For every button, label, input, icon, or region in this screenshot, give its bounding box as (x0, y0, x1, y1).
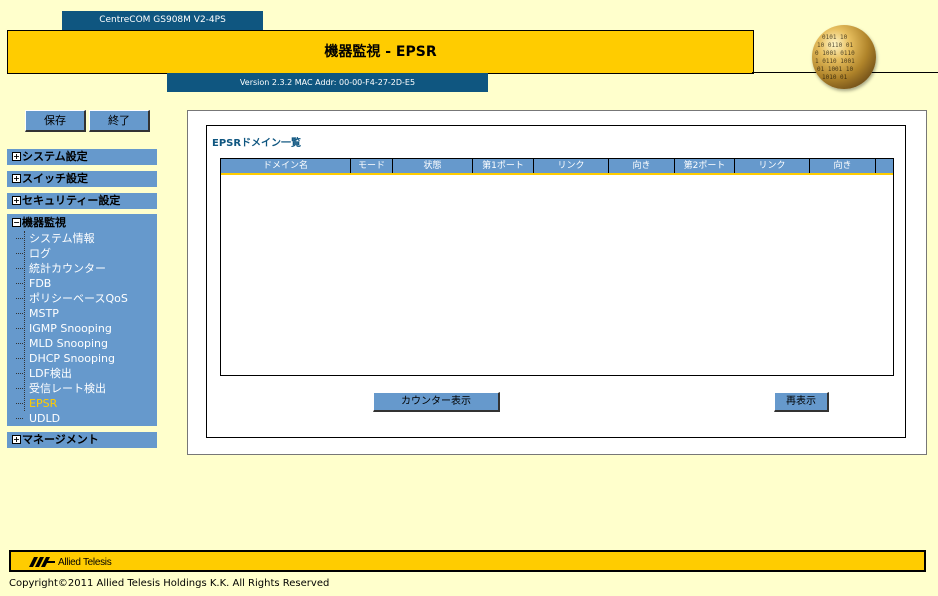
allied-telesis-logo: Allied Telesis (29, 555, 112, 569)
sidebar-item-igmp-snooping[interactable]: IGMP Snooping (16, 321, 157, 336)
epsr-domain-table: ドメイン名 モード 状態 第1ポート リンク 向き 第2ポート リンク 向き (220, 158, 894, 376)
col-direction1: 向き (609, 159, 675, 173)
epsr-section: EPSRドメイン一覧 ドメイン名 モード 状態 第1ポート リンク 向き 第2ポ… (206, 125, 906, 438)
expand-plus-icon: + (12, 434, 21, 444)
svg-text:1010 01: 1010 01 (822, 74, 848, 81)
globe-logo-icon: 0101 10 10 0110 01 0 1001 0110 1 0110 10… (812, 25, 876, 89)
table-header: ドメイン名 モード 状態 第1ポート リンク 向き 第2ポート リンク 向き (221, 159, 893, 175)
menu-device-monitor: − 機器監視 システム情報 ログ 統計カウンター FDB ポリシーベースQoS M… (7, 214, 157, 426)
collapse-minus-icon: − (12, 217, 21, 227)
version-info: Version 2.3.2 MAC Addr: 00-00-F4-27-2D-E… (167, 73, 488, 92)
col-port1: 第1ポート (473, 159, 534, 173)
svg-text:01 1001 10: 01 1001 10 (817, 66, 854, 73)
sidebar-item-log[interactable]: ログ (16, 246, 157, 261)
svg-text:0 1001 0110: 0 1001 0110 (815, 50, 855, 57)
expand-plus-icon: + (12, 195, 21, 205)
save-button[interactable]: 保存 (25, 110, 86, 132)
allied-telesis-logo-icon (29, 557, 55, 567)
footer-bar: Allied Telesis (9, 550, 926, 572)
logo-text: Allied Telesis (58, 556, 112, 568)
sidebar-item-fdb[interactable]: FDB (16, 276, 157, 291)
counter-display-button[interactable]: カウンター表示 (373, 392, 500, 412)
sidebar-item-mld-snooping[interactable]: MLD Snooping (16, 336, 157, 351)
menu-label: マネージメント (22, 433, 99, 446)
menu-label: 機器監視 (22, 216, 66, 229)
sidebar-item-policy-qos[interactable]: ポリシーベースQoS (16, 291, 157, 306)
menu-security-settings[interactable]: + セキュリティー設定 (7, 193, 157, 209)
sidebar-item-ldf[interactable]: LDF検出 (16, 366, 157, 381)
sidebar-item-mstp[interactable]: MSTP (16, 306, 157, 321)
menu-management[interactable]: + マネージメント (7, 432, 157, 448)
col-port2: 第2ポート (675, 159, 735, 173)
tree-connector (24, 231, 26, 411)
col-status: 状態 (393, 159, 473, 173)
svg-text:1 0110 1001: 1 0110 1001 (815, 58, 855, 65)
svg-text:10 0110 01: 10 0110 01 (817, 42, 854, 49)
page-title: 機器監視 - EPSR (7, 30, 754, 74)
sidebar-item-rx-rate[interactable]: 受信レート検出 (16, 381, 157, 396)
col-link1: リンク (534, 159, 609, 173)
monitor-submenu: システム情報 ログ 統計カウンター FDB ポリシーベースQoS MSTP IG… (15, 231, 157, 426)
sidebar-item-dhcp-snooping[interactable]: DHCP Snooping (16, 351, 157, 366)
col-domain-name: ドメイン名 (221, 159, 351, 173)
content-panel: EPSRドメイン一覧 ドメイン名 モード 状態 第1ポート リンク 向き 第2ポ… (187, 110, 927, 455)
col-direction2: 向き (810, 159, 876, 173)
menu-label: スイッチ設定 (22, 172, 88, 185)
sidebar-item-stats-counter[interactable]: 統計カウンター (16, 261, 157, 276)
section-title: EPSRドメイン一覧 (212, 138, 302, 149)
menu-system-settings[interactable]: + システム設定 (7, 149, 157, 165)
svg-text:0101 10: 0101 10 (822, 34, 848, 41)
sidebar-item-epsr[interactable]: EPSR (16, 396, 157, 411)
model-tab: CentreCOM GS908M V2-4PS (62, 11, 263, 30)
sidebar-item-udld[interactable]: UDLD (16, 411, 157, 426)
refresh-button[interactable]: 再表示 (774, 392, 829, 412)
menu-device-monitor-head[interactable]: − 機器監視 (7, 214, 157, 231)
exit-button[interactable]: 終了 (89, 110, 150, 132)
expand-plus-icon: + (12, 173, 21, 183)
col-mode: モード (351, 159, 393, 173)
menu-label: セキュリティー設定 (22, 194, 121, 207)
sidebar-item-system-info[interactable]: システム情報 (16, 231, 157, 246)
menu-label: システム設定 (22, 150, 88, 163)
menu-switch-settings[interactable]: + スイッチ設定 (7, 171, 157, 187)
col-link2: リンク (735, 159, 810, 173)
expand-plus-icon: + (12, 151, 21, 161)
col-spacer (876, 159, 893, 173)
copyright: Copyright©2011 Allied Telesis Holdings K… (9, 578, 330, 589)
